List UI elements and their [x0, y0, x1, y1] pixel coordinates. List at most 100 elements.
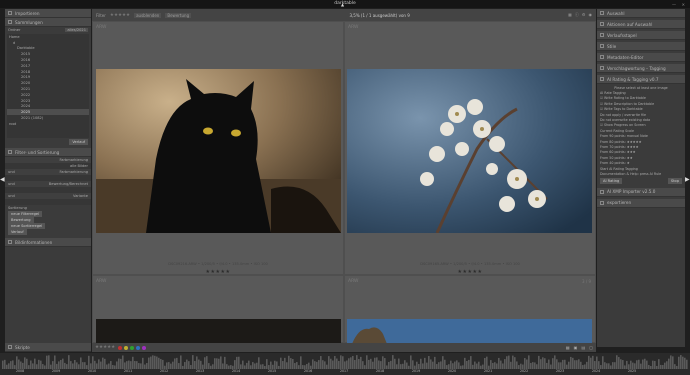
module-import[interactable]: Importieren — [5, 9, 91, 18]
filter-label: Filter — [96, 12, 106, 18]
right-module[interactable]: exportieren — [597, 198, 685, 208]
stop-button[interactable]: Stop — [667, 177, 682, 184]
timeline-bar — [492, 362, 494, 369]
collection-rule[interactable]: Ordner alles/2021 — [5, 27, 91, 33]
right-module[interactable]: Auswahl — [597, 9, 685, 18]
module-title: Auswahl — [607, 10, 625, 16]
module-collections[interactable]: Sammlungen — [5, 18, 91, 27]
collapse-right-panel-icon[interactable]: ▶ — [685, 176, 690, 183]
thumbnail-cell[interactable]: ARW 3 / 9 — [344, 275, 596, 344]
gear-icon[interactable]: ⚙ — [582, 12, 586, 18]
module-image-info[interactable]: Bildinformationen — [5, 238, 91, 247]
filter-rule-value[interactable]: Bewertung/Berechnet — [49, 182, 88, 186]
timeline-bar — [444, 359, 446, 369]
filter-rule-value[interactable]: Farbmarkierung — [60, 170, 88, 174]
timeline-bar — [238, 356, 240, 369]
timeline-bar — [400, 364, 402, 369]
collapse-left-panel-icon[interactable]: ◀ — [0, 176, 5, 183]
filter-rule-value[interactable]: alle Bilder — [70, 164, 88, 168]
timeline-bar — [432, 361, 434, 369]
timeline-bar — [270, 361, 272, 369]
timeline-bar — [620, 359, 622, 369]
color-label-icon[interactable] — [124, 345, 129, 350]
module-ai-rating[interactable]: AI Rating & Tagging v0.7 — [597, 75, 685, 84]
timeline-bar — [200, 360, 202, 369]
timeline-bar — [356, 355, 358, 369]
timeline-bar — [554, 355, 556, 369]
timeline-bar — [42, 364, 44, 369]
timeline-bar — [464, 357, 466, 369]
rating-filter-stars[interactable]: ★★★★★ — [110, 13, 130, 18]
timeline-bar — [658, 359, 660, 369]
filemanager-icon[interactable]: ▦ — [566, 345, 570, 350]
right-module[interactable]: AI XMP Importer v2.5.0 — [597, 187, 685, 197]
close-icon[interactable]: ✕ — [682, 1, 685, 9]
rating-filter-select[interactable]: ausblenden — [134, 12, 162, 18]
timeline-bar — [670, 355, 672, 369]
culling-icon[interactable]: ▤ — [581, 345, 585, 350]
collapse-top-panel-icon[interactable]: ▲ — [341, 2, 344, 7]
bottom-toolbar: ★★★★★ ▦ ▣ ▤ ▢ — [92, 343, 596, 352]
filter-rules: Farbmarkierung alle Bilder und Farbmarkieru… — [5, 157, 91, 205]
color-label-icon[interactable] — [142, 345, 147, 350]
folder-tree: Home d Darktable 2015 2016 2017 2018 2019 2020 20… — [7, 34, 89, 138]
timeline-bar — [132, 356, 134, 369]
right-module[interactable]: Metadaten-Editor — [597, 53, 685, 62]
color-label-icon[interactable] — [130, 345, 135, 350]
timeline-bar — [152, 355, 154, 369]
grid-icon[interactable]: ▦ — [568, 12, 572, 18]
timeline-bar — [54, 355, 56, 369]
eye-icon[interactable]: ◉ — [589, 12, 593, 18]
timeline-bar — [100, 361, 102, 369]
thumbnail-cell[interactable]: ARW DSC09165.ARW • 1/200/5 • f/4.0 • 135… — [344, 21, 596, 275]
timeline-bar — [442, 356, 444, 369]
timeline[interactable]: 2008 2009 2010 2011 2012 2013 2014 2015 2016 2017… — [0, 353, 690, 375]
timeline-bar — [380, 361, 382, 369]
sort-rule-button[interactable]: Verlauf — [8, 229, 27, 235]
collection-rule-value[interactable]: alles/2021 — [65, 28, 88, 32]
timeline-bar — [478, 361, 480, 369]
timeline-year-label: 2022 — [520, 369, 529, 373]
color-label-icon[interactable] — [118, 345, 123, 350]
timeline-bar — [222, 363, 224, 369]
timeline-bar — [262, 364, 264, 369]
ai-rating-button[interactable]: AI Rating — [600, 177, 623, 184]
info-icon[interactable]: ⓘ — [575, 12, 579, 18]
thumbnail-cell[interactable]: ARW DSC09216.ARW • 1/200/5 • f/4.0 • 135… — [92, 21, 344, 275]
scripts-module[interactable]: Skripte — [5, 343, 91, 352]
timeline-bar — [528, 355, 530, 369]
timeline-bar — [138, 363, 140, 369]
timeline-bar — [264, 365, 266, 369]
timeline-bar — [624, 365, 626, 369]
file-extension: ARW — [348, 279, 359, 284]
filter-rule-value[interactable]: Farbmarkierung — [60, 158, 88, 162]
module-title: Filter- und Sortierung — [15, 149, 60, 155]
timeline-bar — [326, 364, 328, 369]
bottom-rating-stars[interactable]: ★★★★★ — [95, 345, 115, 350]
thumbnail-cell[interactable]: ARW — [92, 275, 344, 344]
timeline-bar — [426, 362, 428, 369]
tree-item[interactable]: root — [7, 121, 89, 127]
right-module[interactable]: Aktionen auf Auswahl — [597, 20, 685, 29]
right-module[interactable]: Verlaufsstapel — [597, 31, 685, 40]
timeline-bar — [396, 364, 398, 369]
preview-icon[interactable]: ▢ — [589, 345, 593, 350]
timeline-bar — [78, 364, 80, 369]
history-button[interactable]: Verlauf — [69, 139, 88, 145]
timeline-bar — [608, 363, 610, 369]
right-module[interactable]: Stile — [597, 42, 685, 51]
right-module[interactable]: Verschlagwortung – Tagging — [597, 64, 685, 73]
module-filters[interactable]: Filter- und Sortierung — [5, 148, 91, 157]
timeline-bar — [352, 355, 354, 369]
minimize-icon[interactable]: — — [672, 1, 676, 9]
timeline-bar — [402, 363, 404, 369]
color-label-icon[interactable] — [136, 345, 141, 350]
zoomable-icon[interactable]: ▣ — [574, 345, 578, 350]
timeline-bar — [622, 360, 624, 369]
timeline-bar — [648, 364, 650, 369]
filter-rule-value[interactable]: Variante — [73, 194, 88, 198]
sort-select[interactable]: Bewertung — [165, 12, 192, 18]
timeline-bar — [198, 359, 200, 369]
timeline-bar — [154, 355, 156, 369]
timeline-bar — [510, 361, 512, 369]
